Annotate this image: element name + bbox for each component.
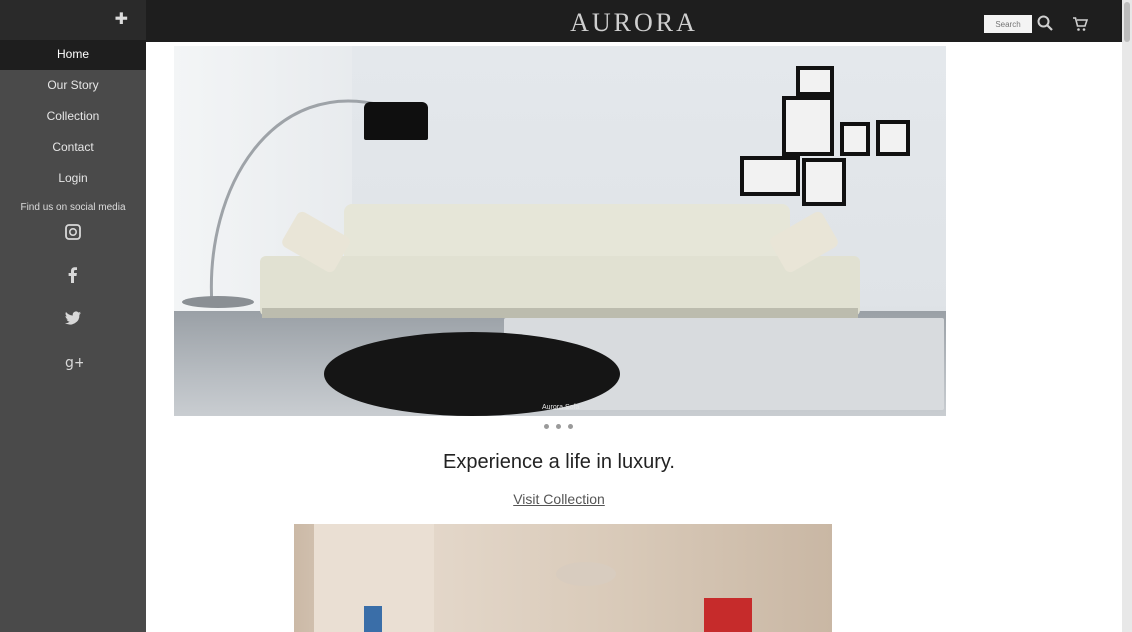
svg-text:g+: g+ <box>65 355 83 371</box>
social-label: Find us on social media <box>20 202 126 213</box>
plus-icon[interactable]: ✚ <box>115 9 128 28</box>
slider-dot[interactable] <box>556 424 561 429</box>
social-links: g+ <box>0 221 146 393</box>
scrollbar-thumb[interactable] <box>1124 2 1130 42</box>
secondary-image[interactable] <box>294 524 832 632</box>
instagram-icon[interactable] <box>62 221 84 243</box>
sidebar-item-login[interactable]: Login <box>0 164 146 194</box>
facebook-icon[interactable] <box>62 264 84 286</box>
wall-frame <box>796 66 834 96</box>
floor-lamp-base <box>182 296 254 308</box>
twitter-icon[interactable] <box>62 307 84 329</box>
top-header: AURORA <box>146 0 1122 42</box>
wall-frame <box>782 96 834 156</box>
sidebar-item-contact[interactable]: Contact <box>0 133 146 163</box>
google-plus-icon[interactable]: g+ <box>62 350 84 372</box>
visit-collection-link[interactable]: Visit Collection <box>146 491 972 507</box>
wall-frame <box>740 156 800 196</box>
wall-frame <box>802 158 846 206</box>
hero-image[interactable]: Aurora Sofa <box>174 46 946 416</box>
slider-dots <box>544 424 573 429</box>
tagline-heading: Experience a life in luxury. <box>443 451 675 473</box>
sidebar: ✚ Home Our Story Collection Contact Logi… <box>0 0 146 632</box>
blue-object <box>364 606 382 632</box>
floor-lamp-shade <box>364 102 428 140</box>
sidebar-header: ✚ <box>0 0 146 40</box>
slider-dot[interactable] <box>568 424 573 429</box>
cart-icon[interactable] <box>1072 16 1088 32</box>
ceiling-lamp <box>556 562 616 586</box>
slider-dot[interactable] <box>544 424 549 429</box>
sofa-seat <box>260 256 860 316</box>
sidebar-item-home[interactable]: Home <box>0 40 146 70</box>
brand-logo[interactable]: AURORA <box>146 8 1122 38</box>
sidebar-nav: Home Our Story Collection Contact Login <box>0 40 146 194</box>
search-icon[interactable] <box>1036 14 1054 32</box>
search-input[interactable] <box>984 15 1032 33</box>
sidebar-item-collection[interactable]: Collection <box>0 102 146 132</box>
wall-frame <box>840 122 870 156</box>
page-scrollbar[interactable] <box>1122 0 1132 632</box>
red-chair <box>704 598 752 632</box>
sidebar-item-our-story[interactable]: Our Story <box>0 71 146 101</box>
hero-caption: Aurora Sofa <box>542 404 580 411</box>
wall-frame <box>876 120 910 156</box>
sofa-base <box>262 308 858 318</box>
